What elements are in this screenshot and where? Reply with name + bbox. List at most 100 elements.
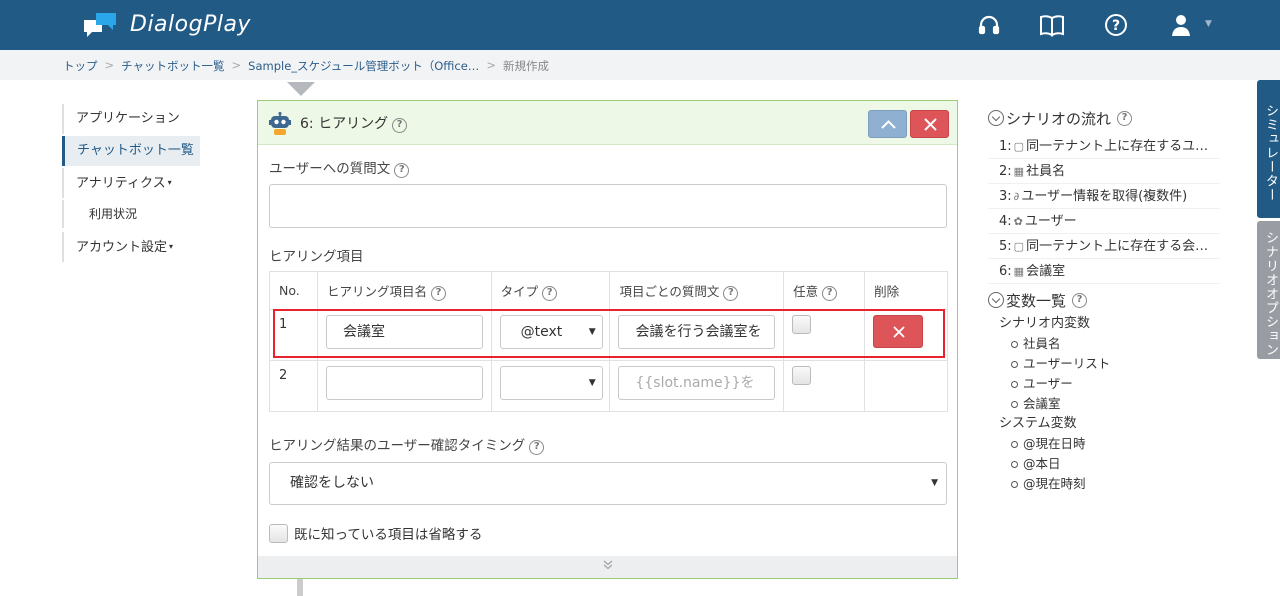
nav-item-chatbot-list[interactable]: チャットボット一覧 [62, 136, 200, 166]
breadcrumb-top[interactable]: トップ [63, 58, 98, 74]
table-row: 1 会議室 @text ▼ 会議を行う会議室を [269, 309, 948, 361]
question-input[interactable] [269, 184, 947, 228]
flow-step-1[interactable]: 1: ▢ 同一テナント上に存在するユ… [988, 134, 1220, 159]
step-num: 6: [999, 264, 1012, 279]
confirm-timing-value: 確認をしない [290, 475, 374, 491]
optional-checkbox[interactable] [792, 366, 812, 385]
flow-step-6[interactable]: 6: ▦ 会議室 [988, 259, 1220, 284]
link-icon: ∂ [1013, 190, 1020, 203]
delete-row-button[interactable] [873, 315, 924, 348]
var-item: 社員名 [988, 334, 1233, 354]
confirm-label-text: ヒアリング結果のユーザー確認タイミング [269, 438, 526, 454]
breadcrumb-sep-icon: > [486, 58, 496, 72]
headset-icon[interactable] [976, 12, 1002, 38]
nav-label: チャットボット一覧 [77, 143, 194, 158]
var-item: @本日 [988, 454, 1233, 474]
scenario-sidebar: シナリオの流れ? 1: ▢ 同一テナント上に存在するユ… 2: ▦ 社員名 3: ∂ ユーザ… [988, 106, 1233, 494]
close-icon [924, 118, 937, 131]
help-icon[interactable]: ? [529, 440, 545, 455]
optional-cell [783, 360, 866, 412]
app-name: DialogPlay [130, 11, 251, 37]
optional-checkbox[interactable] [792, 315, 812, 334]
nav-item-account-settings[interactable]: アカウント設定 ▾ [62, 232, 200, 262]
robot-icon [269, 111, 291, 136]
help-icon[interactable]: ? [542, 285, 558, 301]
help-icon[interactable]: ? [723, 285, 739, 301]
help-icon[interactable]: ? [1072, 292, 1088, 308]
flow-step-4[interactable]: 4: ✿ ユーザー [988, 209, 1220, 234]
book-icon[interactable] [1039, 12, 1065, 38]
flow-step-3[interactable]: 3: ∂ ユーザー情報を取得(複数件) [988, 184, 1220, 209]
var-item: ユーザーリスト [988, 354, 1233, 374]
type-cell: @text ▼ [490, 309, 611, 361]
help-icon[interactable]: ? [394, 163, 410, 178]
name-cell: 会議室 [316, 309, 492, 361]
collapse-button[interactable] [868, 110, 907, 138]
vars-heading[interactable]: 変数一覧? [988, 288, 1233, 312]
step-label: 社員名 [1026, 164, 1066, 179]
breadcrumb-bar: トップ > チャットボット一覧 > Sample_スケジュール管理ボット（Off… [0, 50, 1280, 80]
nav-item-application[interactable]: アプリケーション [62, 104, 200, 134]
type-select-value: @text [520, 324, 563, 340]
type-select[interactable]: ▼ [499, 366, 603, 400]
item-question-input[interactable]: {{slot.name}}を [618, 366, 776, 400]
help-icon[interactable]: ? [1117, 110, 1133, 126]
scenario-options-tab[interactable]: シナリオオプション [1257, 221, 1280, 359]
items-label: ヒアリング項目 [269, 249, 364, 265]
col-header-question-text: 項目ごとの質問文 [619, 283, 720, 299]
nav-item-usage[interactable]: 利用状況 [62, 200, 200, 228]
skip-known-checkbox[interactable] [269, 523, 288, 543]
step-num: 3: [999, 189, 1012, 204]
flow-connector-arrow-icon [287, 82, 315, 96]
chevron-circle-down-icon [988, 292, 1004, 308]
nav-label: アカウント設定 [76, 240, 168, 255]
select-caret-icon: ▼ [931, 478, 938, 488]
item-name-input[interactable] [325, 366, 483, 400]
help-icon[interactable]: ? [430, 285, 446, 301]
gear-icon: ✿ [1013, 215, 1023, 228]
flow-step-5[interactable]: 5: ▢ 同一テナント上に存在する会… [988, 234, 1220, 259]
select-caret-icon: ▼ [588, 378, 596, 388]
col-header-question: 項目ごとの質問文? [609, 271, 785, 310]
help-icon[interactable]: ? [1103, 12, 1129, 38]
user-menu-caret-icon[interactable]: ▼ [1205, 19, 1212, 29]
nav-item-analytics[interactable]: アナリティクス ▾ [62, 168, 200, 198]
col-header-name-text: ヒアリング項目名 [326, 283, 427, 299]
question-label: ユーザーへの質問文? [269, 157, 410, 178]
row-number: 1 [279, 317, 288, 332]
close-icon [893, 326, 905, 338]
hearing-items-table: No. ヒアリング項目名? タイプ? 項目ごとの質問文? 任意? 削除 1 会議… [269, 271, 948, 412]
step-num: 4: [999, 214, 1012, 229]
expand-footer[interactable] [258, 556, 957, 578]
caret-down-icon: ▾ [169, 242, 174, 251]
left-nav: アプリケーション チャットボット一覧 アナリティクス ▾ 利用状況 アカウント設定… [62, 104, 200, 264]
delete-node-button[interactable] [910, 110, 949, 138]
breadcrumb-chatbot-list[interactable]: チャットボット一覧 [121, 58, 224, 74]
item-question-input[interactable]: 会議を行う会議室を [618, 315, 776, 349]
chevron-up-icon [881, 120, 896, 129]
top-header: DialogPlay ? ▼ [0, 0, 1280, 50]
nav-label: アプリケーション [76, 111, 180, 126]
var-item: ユーザー [988, 374, 1233, 394]
col-header-type-text: タイプ [500, 283, 539, 299]
speech-icon: ▢ [1013, 140, 1025, 153]
confirm-timing-select[interactable]: 確認をしない ▼ [269, 462, 947, 505]
chevron-circle-down-icon [988, 110, 1004, 126]
row-number-cell: 2 [269, 360, 318, 412]
row-number-cell: 1 [269, 309, 318, 361]
flow-step-2[interactable]: 2: ▦ 社員名 [988, 159, 1220, 184]
simulator-tab[interactable]: シミュレーター [1257, 80, 1280, 218]
help-icon[interactable]: ? [392, 118, 408, 133]
help-icon[interactable]: ? [822, 285, 838, 301]
system-vars-label: システム変数 [999, 416, 1077, 431]
optional-cell [783, 309, 866, 361]
breadcrumb-bot[interactable]: Sample_スケジュール管理ボット（Office… [248, 58, 479, 74]
col-header-optional: 任意? [783, 271, 866, 310]
item-name-input[interactable]: 会議室 [325, 315, 483, 349]
speech-icon: ▢ [1013, 240, 1025, 253]
breadcrumb-current: 新規作成 [502, 59, 549, 73]
type-select[interactable]: @text ▼ [499, 315, 603, 349]
flow-heading[interactable]: シナリオの流れ? [988, 106, 1233, 130]
user-icon[interactable] [1168, 12, 1194, 38]
app-logo[interactable]: DialogPlay [82, 10, 251, 38]
